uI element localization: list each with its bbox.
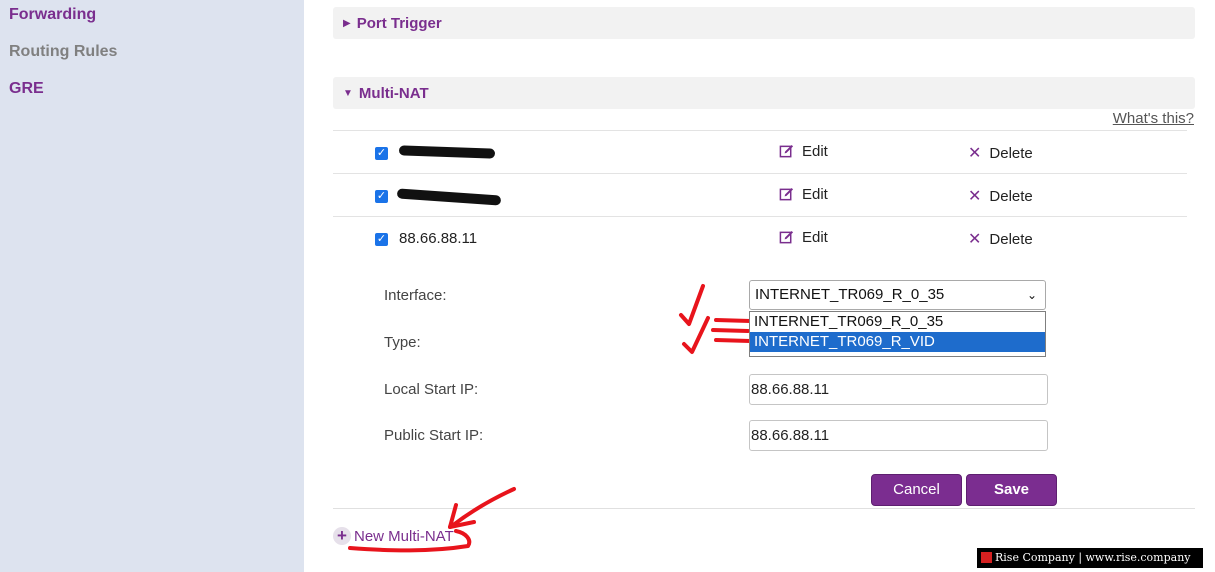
row-checkbox[interactable]: ✓ bbox=[375, 190, 388, 203]
new-multi-nat-button[interactable]: + New Multi-NAT bbox=[333, 527, 454, 545]
watermark-text: Rise Company | www.rise.company bbox=[995, 551, 1191, 564]
local-start-ip-label: Local Start IP: bbox=[384, 381, 479, 398]
section-title-multi-nat: Multi-NAT bbox=[358, 84, 429, 102]
row-checkbox[interactable]: ✓ bbox=[375, 233, 388, 246]
interface-select[interactable]: INTERNET_TR069_R_0_35 ⌄ bbox=[749, 280, 1046, 310]
chevron-down-icon: ⌄ bbox=[1026, 288, 1037, 302]
save-button[interactable]: Save bbox=[966, 474, 1057, 506]
interface-option[interactable]: INTERNET_TR069_R_0_35 bbox=[750, 312, 1045, 332]
sidebar-item-forwarding[interactable]: Forwarding bbox=[9, 6, 96, 24]
caret-down-icon: ▼ bbox=[343, 87, 353, 99]
edit-button[interactable]: Edit bbox=[779, 143, 828, 160]
public-start-ip-label: Public Start IP: bbox=[384, 427, 484, 444]
interface-label: Interface: bbox=[384, 287, 447, 304]
delete-button[interactable]: ✕ Delete bbox=[968, 186, 1033, 206]
check-mark-annotation bbox=[682, 316, 710, 354]
divider bbox=[333, 508, 1195, 509]
sidebar-item-routing-rules[interactable]: Routing Rules bbox=[9, 43, 117, 61]
interface-select-value: INTERNET_TR069_R_0_35 bbox=[755, 286, 945, 303]
edit-icon bbox=[779, 144, 794, 158]
interface-dropdown: INTERNET_TR069_R_0_35 INTERNET_TR069_R_V… bbox=[749, 311, 1046, 357]
watermark: Rise Company | www.rise.company bbox=[977, 548, 1203, 568]
section-multi-nat[interactable]: ▼ Multi-NAT bbox=[333, 77, 1195, 109]
edit-icon bbox=[779, 187, 794, 201]
row-checkbox[interactable]: ✓ bbox=[375, 147, 388, 160]
table-row: ✓ Edit ✕ Delete bbox=[333, 174, 1187, 217]
redacted-ip-mark bbox=[398, 145, 496, 159]
plus-circle-icon: + bbox=[333, 527, 351, 545]
x-icon: ✕ bbox=[968, 145, 982, 162]
edit-label: Edit bbox=[802, 186, 828, 203]
delete-button[interactable]: ✕ Delete bbox=[968, 143, 1033, 163]
sidebar: Forwarding Routing Rules GRE bbox=[0, 0, 304, 572]
interface-option-highlighted[interactable]: INTERNET_TR069_R_VID bbox=[750, 332, 1045, 352]
check-mark-annotation bbox=[679, 284, 705, 326]
edit-button[interactable]: Edit bbox=[779, 186, 828, 203]
delete-label: Delete bbox=[989, 187, 1033, 205]
public-start-ip-input[interactable]: 88.66.88.11 bbox=[749, 420, 1048, 451]
table-row: ✓ Edit ✕ Delete bbox=[333, 131, 1187, 174]
delete-button[interactable]: ✕ Delete bbox=[968, 229, 1033, 249]
caret-right-icon: ▶ bbox=[343, 17, 351, 29]
x-icon: ✕ bbox=[968, 231, 982, 248]
edit-label: Edit bbox=[802, 229, 828, 246]
sidebar-item-gre[interactable]: GRE bbox=[9, 80, 44, 98]
new-multi-nat-label: New Multi-NAT bbox=[354, 527, 454, 545]
edit-label: Edit bbox=[802, 143, 828, 160]
table-row: ✓ 88.66.88.11 Edit ✕ Delete bbox=[333, 217, 1187, 260]
row-ip: 88.66.88.11 bbox=[399, 230, 478, 247]
x-icon: ✕ bbox=[968, 188, 982, 205]
whats-this-link[interactable]: What's this? bbox=[1113, 110, 1194, 127]
logo-icon bbox=[981, 552, 992, 563]
delete-label: Delete bbox=[989, 230, 1033, 248]
cancel-button[interactable]: Cancel bbox=[871, 474, 962, 506]
section-port-trigger[interactable]: ▶ Port Trigger bbox=[333, 7, 1195, 39]
type-label: Type: bbox=[384, 334, 421, 351]
section-title-port-trigger: Port Trigger bbox=[356, 14, 442, 32]
redacted-ip-mark bbox=[396, 188, 502, 206]
local-start-ip-input[interactable]: 88.66.88.11 bbox=[749, 374, 1048, 405]
edit-button[interactable]: Edit bbox=[779, 229, 828, 246]
delete-label: Delete bbox=[989, 144, 1033, 162]
edit-icon bbox=[779, 230, 794, 244]
